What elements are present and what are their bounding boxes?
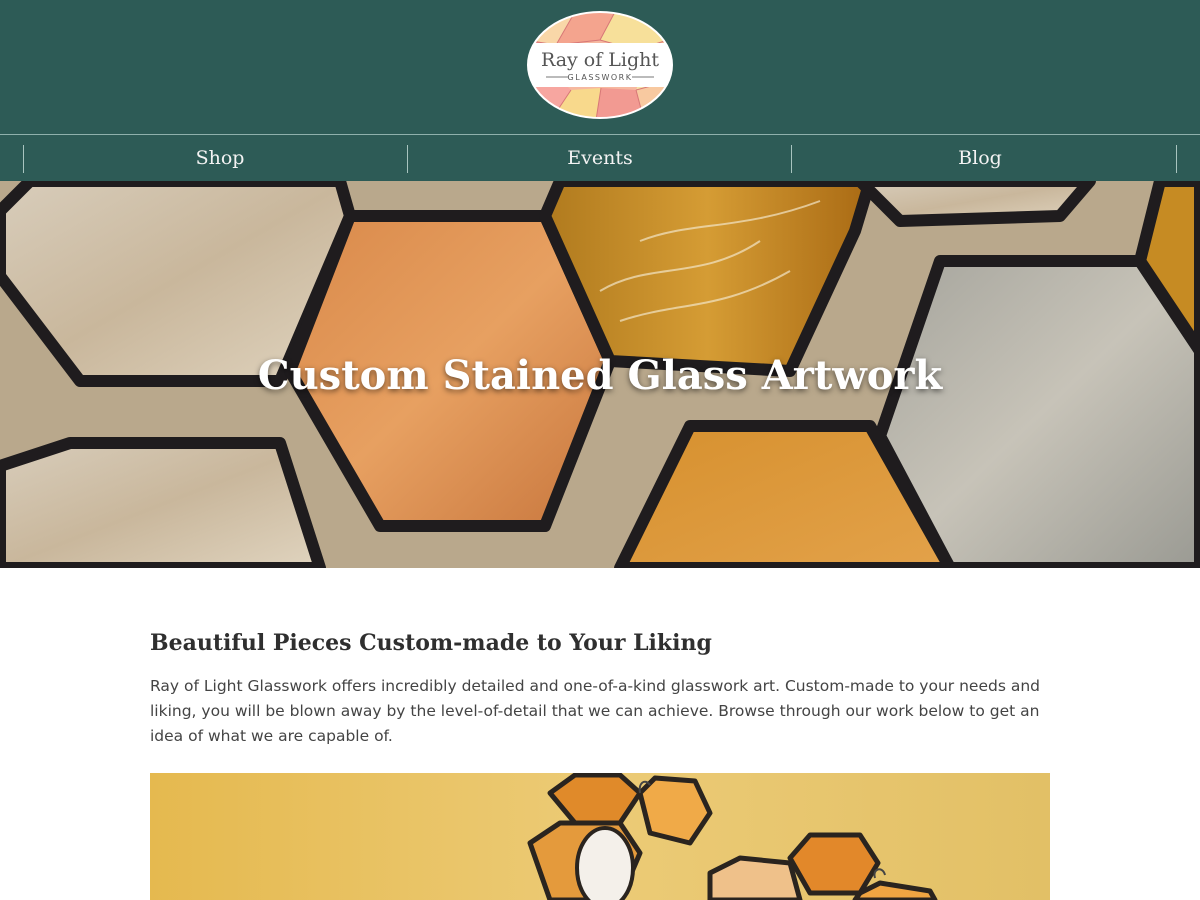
site-header: Ray of Light GLASSWORK xyxy=(0,0,1200,134)
section-heading: Beautiful Pieces Custom-made to Your Lik… xyxy=(150,630,712,656)
nav-divider xyxy=(791,145,792,173)
main-nav: Shop Events Blog xyxy=(0,134,1200,181)
section-body: Ray of Light Glasswork offers incredibly… xyxy=(150,677,1040,745)
nav-item-shop[interactable]: Shop xyxy=(0,135,410,181)
intro-section: Beautiful Pieces Custom-made to Your Lik… xyxy=(150,630,1050,749)
nav-divider xyxy=(1176,145,1177,173)
nav-item-blog[interactable]: Blog xyxy=(790,135,1200,181)
logo-tagline: GLASSWORK xyxy=(568,73,633,82)
logo-name: Ray of Light xyxy=(541,49,659,71)
hero-banner: Custom Stained Glass Artwork xyxy=(0,181,1200,568)
gallery-stained-glass-image xyxy=(150,773,1050,900)
nav-divider xyxy=(23,145,24,173)
gallery-photo[interactable] xyxy=(150,773,1050,900)
hero-title: Custom Stained Glass Artwork xyxy=(257,352,943,399)
nav-item-events[interactable]: Events xyxy=(410,135,790,181)
logo[interactable]: Ray of Light GLASSWORK xyxy=(526,10,674,120)
logo-badge-icon: Ray of Light GLASSWORK xyxy=(527,11,673,119)
nav-divider xyxy=(407,145,408,173)
